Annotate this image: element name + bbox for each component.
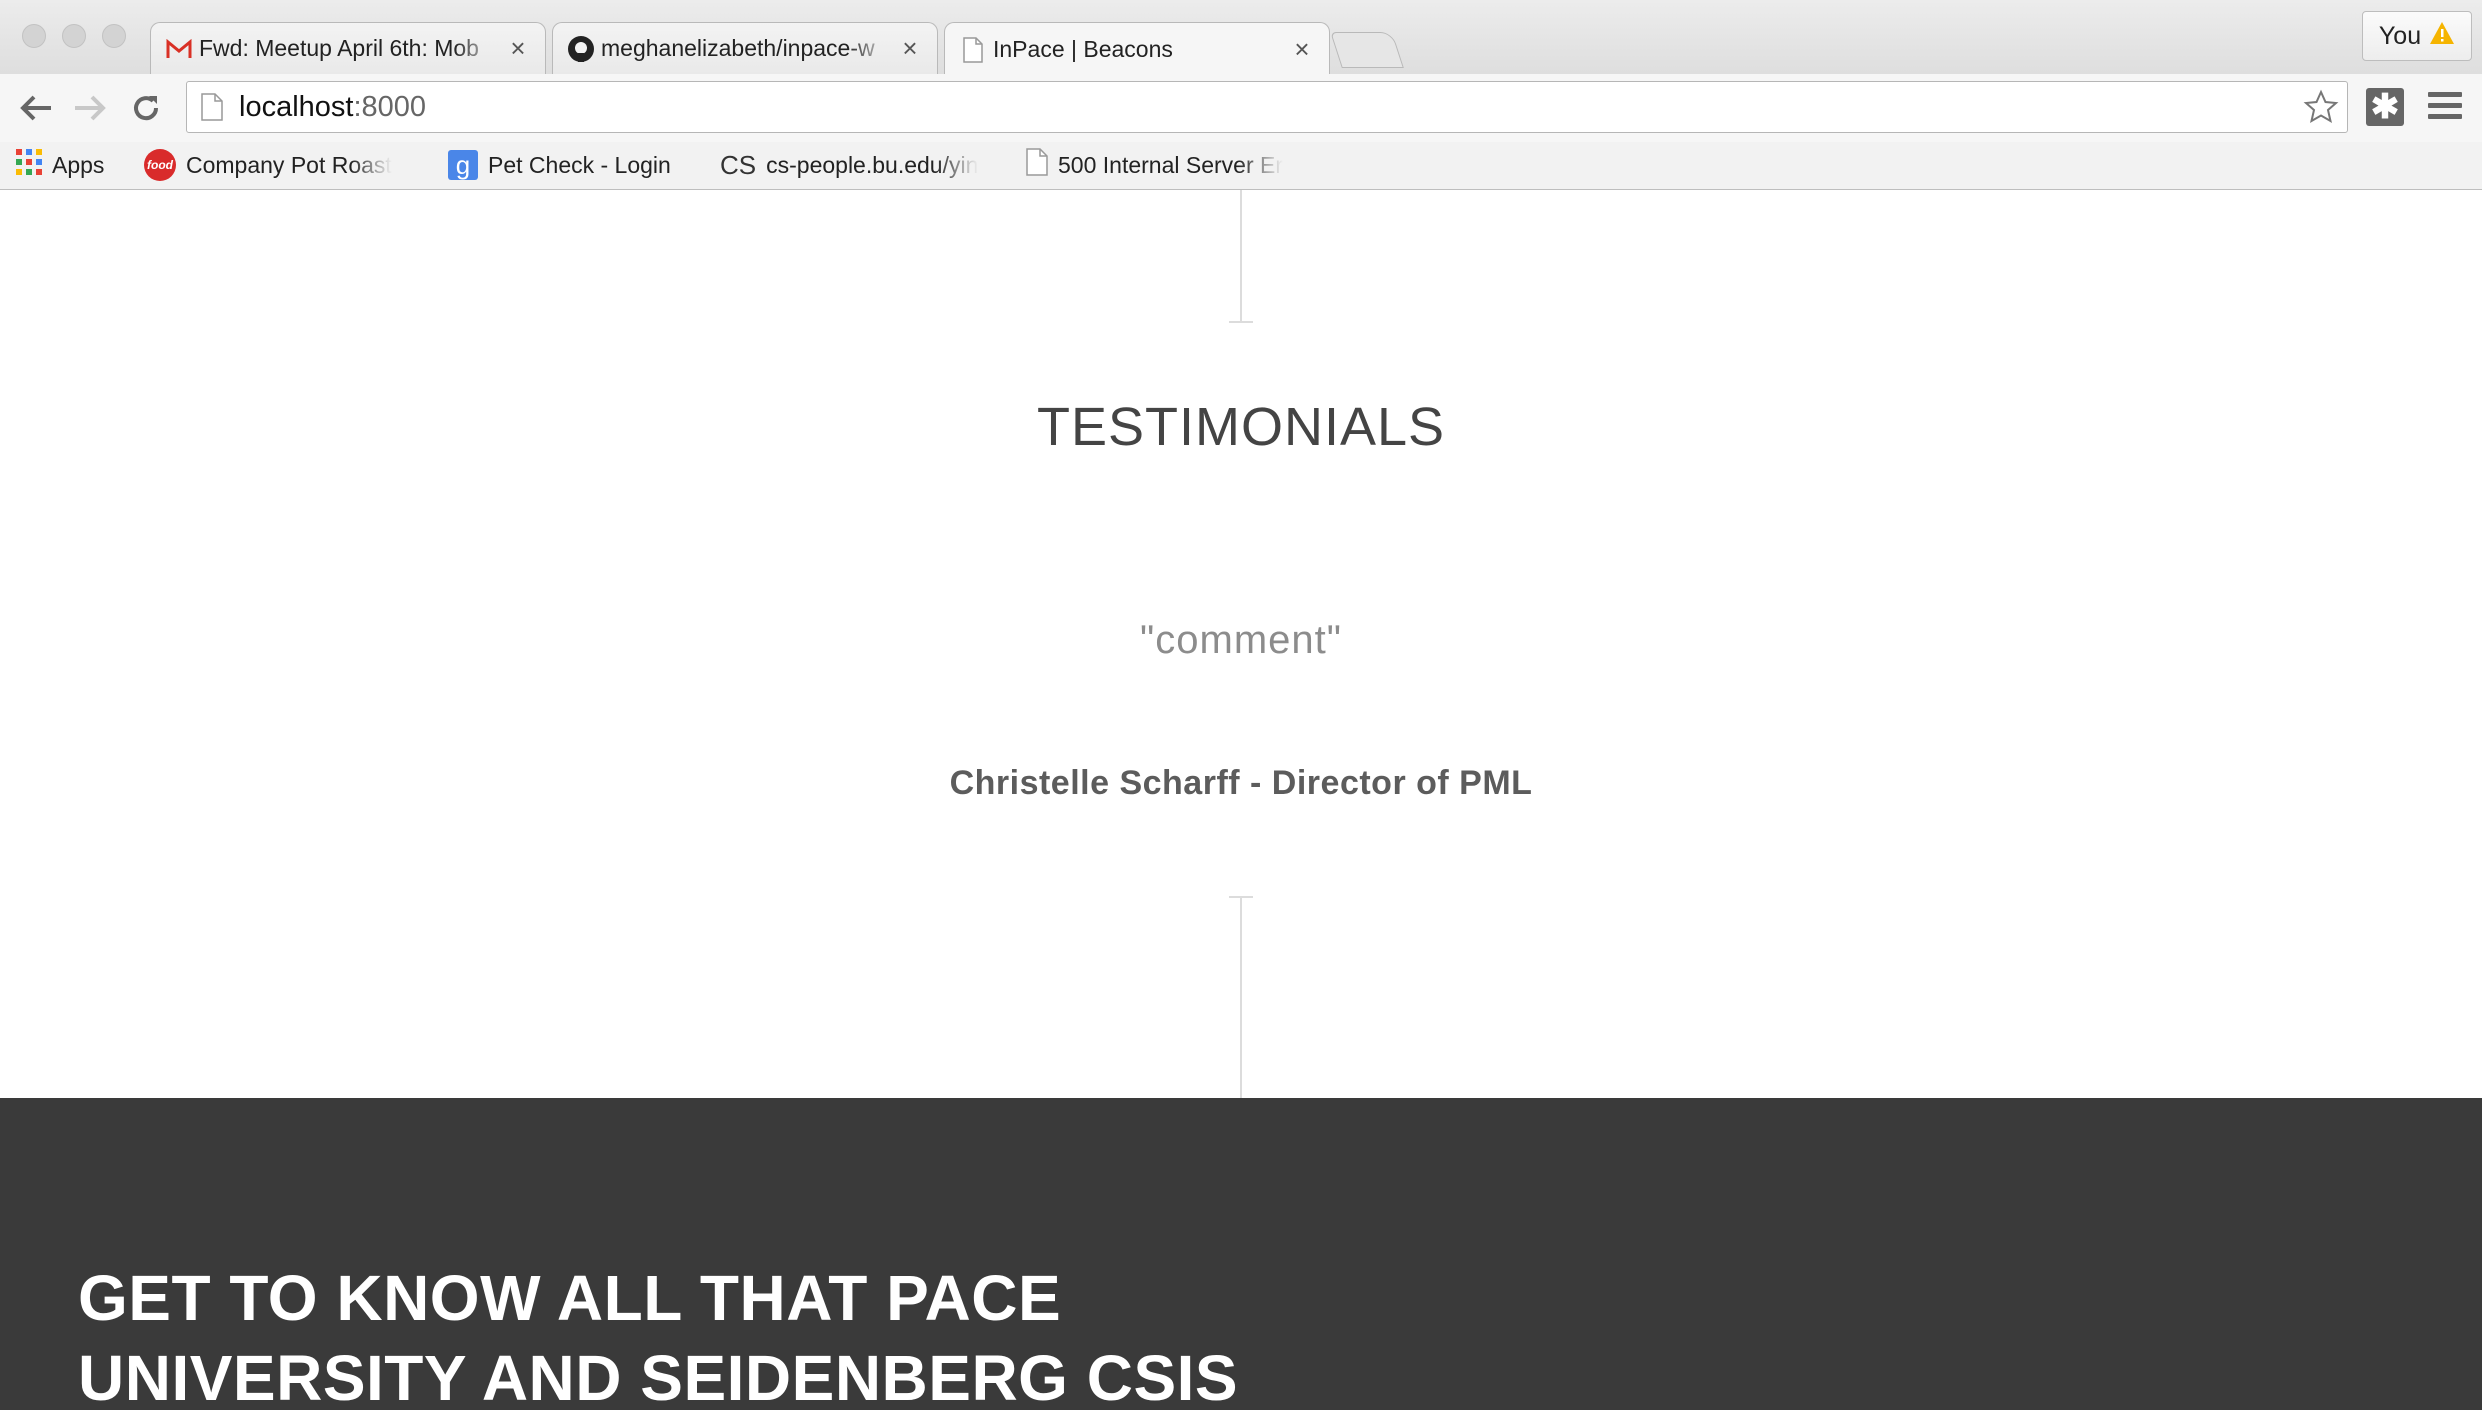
chrome-menu-icon[interactable] [2428, 92, 2462, 122]
section-divider-line-bottom [1240, 896, 1242, 1098]
food-icon: food [144, 149, 176, 181]
browser-toolbar: localhost:8000 ✱ [0, 74, 2482, 142]
tab-title: InPace | Beacons [993, 36, 1173, 62]
github-icon [567, 35, 595, 63]
footer-section: GET TO KNOW ALL THAT PACE UNIVERSITY AND… [0, 1098, 2482, 1414]
tab-inpace-beacons[interactable]: InPace | Beacons × [944, 22, 1330, 76]
footer-heading: GET TO KNOW ALL THAT PACE UNIVERSITY AND… [78, 1262, 1239, 1414]
page-icon [1026, 148, 1048, 182]
tab-close-icon[interactable]: × [1289, 34, 1315, 65]
cs-icon: CS [720, 149, 757, 180]
profile-label: You [2378, 21, 2422, 50]
tab-title: meghanelizabeth/inpace-w [601, 35, 875, 61]
bookmark-label: Company Pot Roast [186, 151, 392, 178]
tab-title: Fwd: Meetup April 6th: Mob [199, 35, 479, 61]
tab-gmail[interactable]: Fwd: Meetup April 6th: Mob × [150, 22, 546, 74]
testimonial-comment: "comment" [1140, 618, 1342, 662]
bookmark-company-pot-roast[interactable]: food Company Pot Roast [144, 146, 414, 184]
bookmark-star-icon[interactable] [2303, 89, 2339, 130]
page-icon [959, 36, 987, 64]
back-button[interactable] [14, 88, 58, 128]
tab-close-icon[interactable]: × [505, 33, 531, 64]
section-divider-tick-top [1229, 321, 1253, 323]
tab-close-icon[interactable]: × [897, 33, 923, 64]
bookmark-label: cs-people.bu.edu/yin [766, 151, 979, 178]
profile-button[interactable]: You [2362, 11, 2472, 61]
back-arrow-icon [20, 95, 51, 121]
tab-github[interactable]: meghanelizabeth/inpace-w × [552, 22, 938, 74]
url-host: localhost [239, 91, 354, 123]
bookmarks-bar: Apps food Company Pot Roast g Pet Check … [0, 142, 2482, 190]
forward-button[interactable] [68, 88, 112, 128]
page-content: TESTIMONIALS "comment" Christelle Scharf… [0, 190, 2482, 1414]
apps-grid-icon [16, 149, 42, 181]
bookmark-cs-people[interactable]: CS cs-people.bu.edu/yin [720, 146, 996, 184]
bookmark-label: Apps [52, 151, 105, 178]
testimonial-author: Christelle Scharff - Director of PML [949, 764, 1533, 802]
window-zoom-light[interactable] [102, 24, 126, 48]
warning-icon [2429, 21, 2455, 52]
bookmark-label: Pet Check - Login [488, 151, 671, 178]
google-icon: g [448, 150, 478, 180]
extension-icon[interactable]: ✱ [2366, 88, 2404, 126]
browser-chrome: Fwd: Meetup April 6th: Mob × meghaneliza… [0, 0, 2482, 190]
window-close-light[interactable] [22, 24, 46, 48]
url-text[interactable]: localhost:8000 [239, 91, 426, 124]
reload-icon [134, 96, 159, 121]
section-heading: TESTIMONIALS [1036, 397, 1446, 457]
bookmark-500-error[interactable]: 500 Internal Server Er [1026, 146, 1296, 184]
window-minimize-light[interactable] [62, 24, 86, 48]
tab-strip: Fwd: Meetup April 6th: Mob × meghaneliza… [0, 0, 2482, 76]
gmail-icon [165, 35, 193, 63]
bookmark-pet-check-login[interactable]: g Pet Check - Login [448, 146, 671, 184]
section-divider-line-top [1240, 190, 1242, 322]
new-tab-button[interactable] [1330, 32, 1404, 68]
page-icon [201, 93, 223, 126]
address-bar[interactable]: localhost:8000 [186, 81, 2348, 133]
url-port: :8000 [353, 91, 427, 123]
bookmark-label: 500 Internal Server Er [1058, 151, 1284, 178]
forward-arrow-icon [75, 95, 106, 121]
reload-button[interactable] [124, 88, 168, 128]
bookmark-apps[interactable]: Apps [16, 146, 104, 184]
